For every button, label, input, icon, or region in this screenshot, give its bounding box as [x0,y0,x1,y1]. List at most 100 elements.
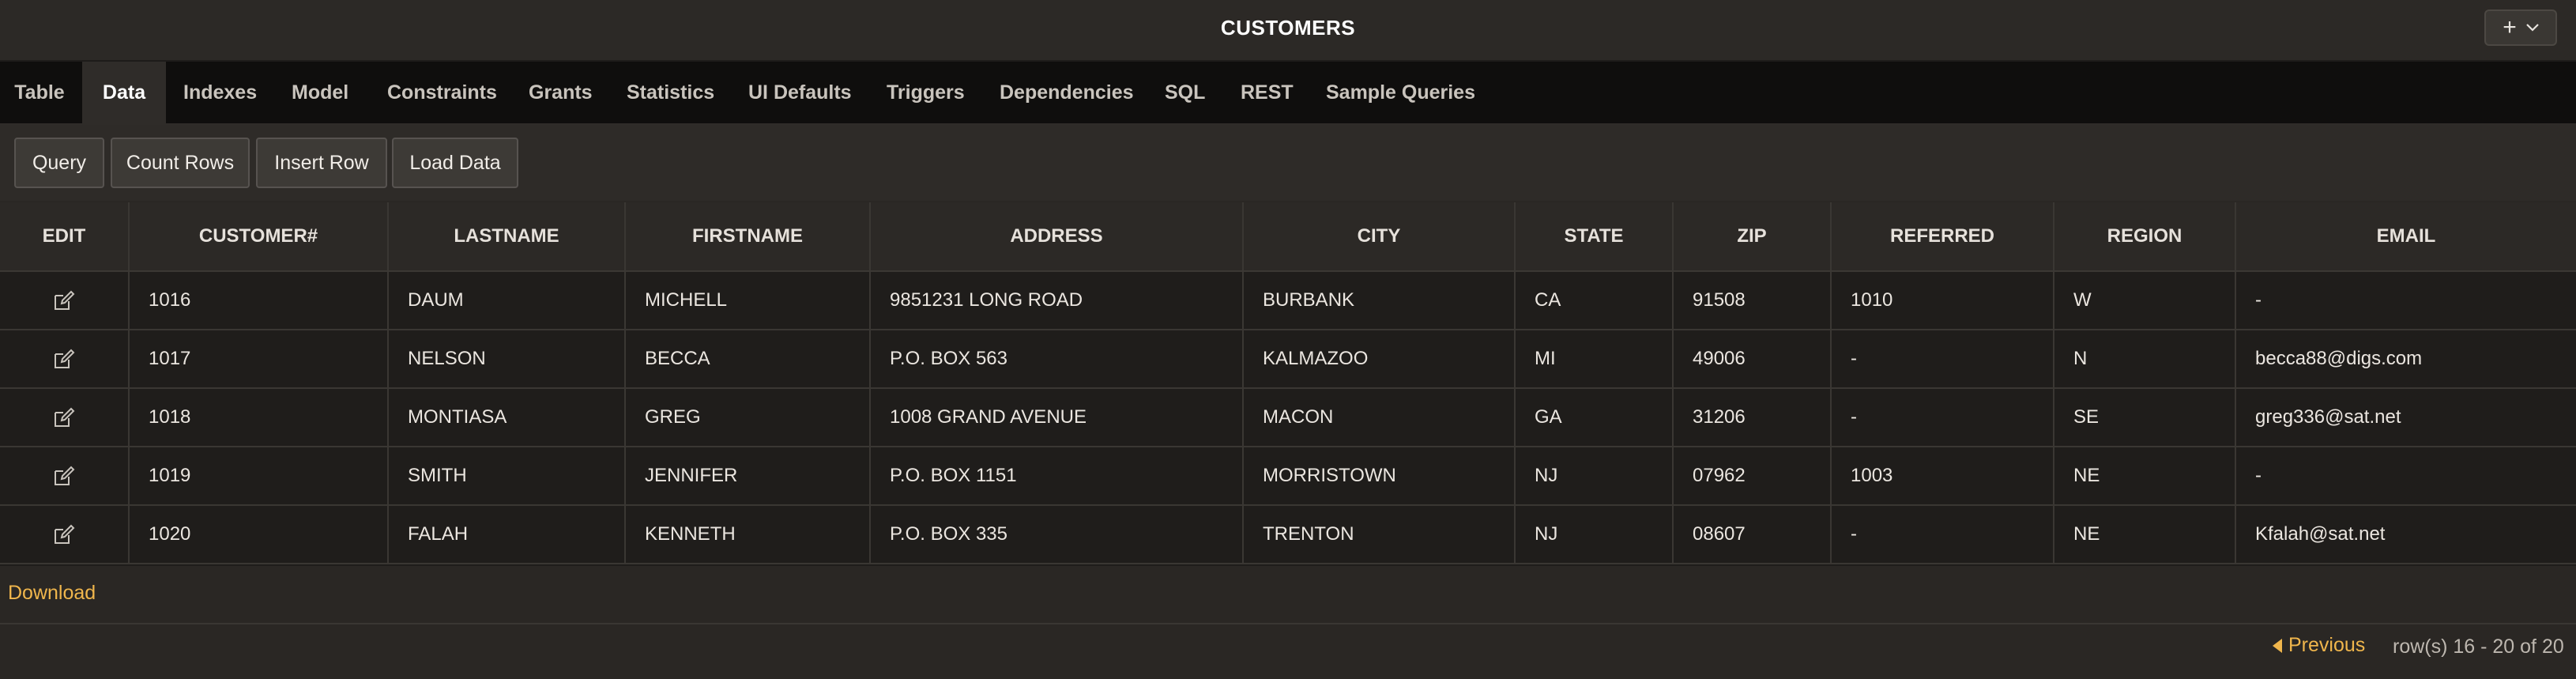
tab-table[interactable]: Table [0,62,79,123]
add-menu-button[interactable]: + [2484,9,2557,46]
cell-email: - [2255,289,2262,311]
edit-row-button[interactable] [0,506,130,563]
column-header-email[interactable]: EMAIL [2236,202,2576,270]
column-header-address[interactable]: ADDRESS [871,202,1244,270]
column-header-city[interactable]: CITY [1244,202,1516,270]
edit-row-button[interactable] [0,447,130,504]
previous-page-link[interactable]: Previous [2273,634,2365,657]
tab-statistics[interactable]: Statistics [627,62,714,123]
data-grid: EDIT CUSTOMER# LASTNAME FIRSTNAME ADDRES… [0,202,2576,566]
cell-zip: 49006 [1674,330,1832,387]
plus-icon: + [2503,14,2517,40]
count-rows-button[interactable]: Count Rows [111,138,250,188]
footer-divider [0,623,2576,624]
table-row: 1019 SMITH JENNIFER P.O. BOX 1151 MORRIS… [0,447,2576,506]
query-button[interactable]: Query [14,138,104,188]
edit-icon [55,407,75,427]
edit-row-button[interactable] [0,389,130,446]
table-row: 1016 DAUM MICHELL 9851231 LONG ROAD BURB… [0,272,2576,330]
title-bar: CUSTOMERS + [0,0,2576,62]
tab-triggers[interactable]: Triggers [887,62,965,123]
column-header-zip[interactable]: ZIP [1674,202,1832,270]
cell-lastname: MONTIASA [389,389,626,446]
cell-region: NE [2054,506,2236,563]
table-row: 1020 FALAH KENNETH P.O. BOX 335 TRENTON … [0,506,2576,564]
cell-customer: 1020 [130,506,389,563]
cell-state: NJ [1516,506,1674,563]
triangle-left-icon [2273,638,2282,653]
cell-zip: 91508 [1674,272,1832,329]
tab-indexes[interactable]: Indexes [183,62,257,123]
table-row: 1017 NELSON BECCA P.O. BOX 563 KALMAZOO … [0,330,2576,389]
tab-rest[interactable]: REST [1241,62,1294,123]
cell-customer: 1018 [130,389,389,446]
page-title: CUSTOMERS [1220,16,1356,40]
tab-grants[interactable]: Grants [529,62,593,123]
cell-region: N [2054,330,2236,387]
cell-firstname: KENNETH [626,506,871,563]
column-header-lastname[interactable]: LASTNAME [389,202,626,270]
edit-icon [55,466,75,485]
cell-firstname: JENNIFER [626,447,871,504]
column-header-state[interactable]: STATE [1516,202,1674,270]
cell-zip: 07962 [1674,447,1832,504]
cell-lastname: FALAH [389,506,626,563]
tab-sql[interactable]: SQL [1165,62,1205,123]
column-header-region[interactable]: REGION [2054,202,2236,270]
cell-referred: 1003 [1832,447,2054,504]
column-header-customer[interactable]: CUSTOMER# [130,202,389,270]
cell-email: - [2255,465,2262,486]
pagination-info: row(s) 16 - 20 of 20 [2393,636,2564,658]
cell-city: MORRISTOWN [1244,447,1516,504]
cell-state: MI [1516,330,1674,387]
cell-referred: - [1832,506,2054,563]
cell-referred: - [1832,389,2054,446]
cell-region: SE [2054,389,2236,446]
cell-state: NJ [1516,447,1674,504]
cell-address: P.O. BOX 563 [871,330,1244,387]
column-header-firstname[interactable]: FIRSTNAME [626,202,871,270]
edit-icon [55,290,75,310]
tab-dependencies[interactable]: Dependencies [1000,62,1134,123]
tab-model[interactable]: Model [292,62,348,123]
edit-row-button[interactable] [0,272,130,329]
cell-customer: 1017 [130,330,389,387]
cell-email: becca88@digs.com [2255,348,2423,369]
cell-email: Kfalah@sat.net [2255,523,2386,545]
cell-city: TRENTON [1244,506,1516,563]
tab-sample-queries[interactable]: Sample Queries [1326,62,1475,123]
grid-footer: Download Previous row(s) 16 - 20 of 20 [0,566,2576,679]
cell-city: BURBANK [1244,272,1516,329]
tab-data[interactable]: Data [82,62,166,123]
cell-referred: 1010 [1832,272,2054,329]
toolbar: Query Count Rows Insert Row Load Data [0,125,2576,201]
cell-referred: - [1832,330,2054,387]
cell-address: 9851231 LONG ROAD [871,272,1244,329]
tab-ui-defaults[interactable]: UI Defaults [748,62,852,123]
column-header-edit: EDIT [0,202,130,270]
edit-icon [55,524,75,544]
cell-lastname: NELSON [389,330,626,387]
cell-region: W [2054,272,2236,329]
edit-row-button[interactable] [0,330,130,387]
cell-email: greg336@sat.net [2255,406,2401,428]
cell-address: P.O. BOX 335 [871,506,1244,563]
cell-state: GA [1516,389,1674,446]
download-link[interactable]: Download [8,582,96,605]
insert-row-button[interactable]: Insert Row [256,138,387,188]
chevron-down-icon [2525,24,2539,32]
cell-lastname: DAUM [389,272,626,329]
grid-header: EDIT CUSTOMER# LASTNAME FIRSTNAME ADDRES… [0,202,2576,272]
tab-constraints[interactable]: Constraints [387,62,497,123]
cell-zip: 08607 [1674,506,1832,563]
cell-city: MACON [1244,389,1516,446]
load-data-button[interactable]: Load Data [392,138,518,188]
table-row: 1018 MONTIASA GREG 1008 GRAND AVENUE MAC… [0,389,2576,447]
tab-bar: Table Data Indexes Model Constraints Gra… [0,62,2576,125]
cell-firstname: BECCA [626,330,871,387]
previous-label: Previous [2288,634,2366,656]
cell-address: P.O. BOX 1151 [871,447,1244,504]
cell-address: 1008 GRAND AVENUE [871,389,1244,446]
cell-city: KALMAZOO [1244,330,1516,387]
column-header-referred[interactable]: REFERRED [1832,202,2054,270]
